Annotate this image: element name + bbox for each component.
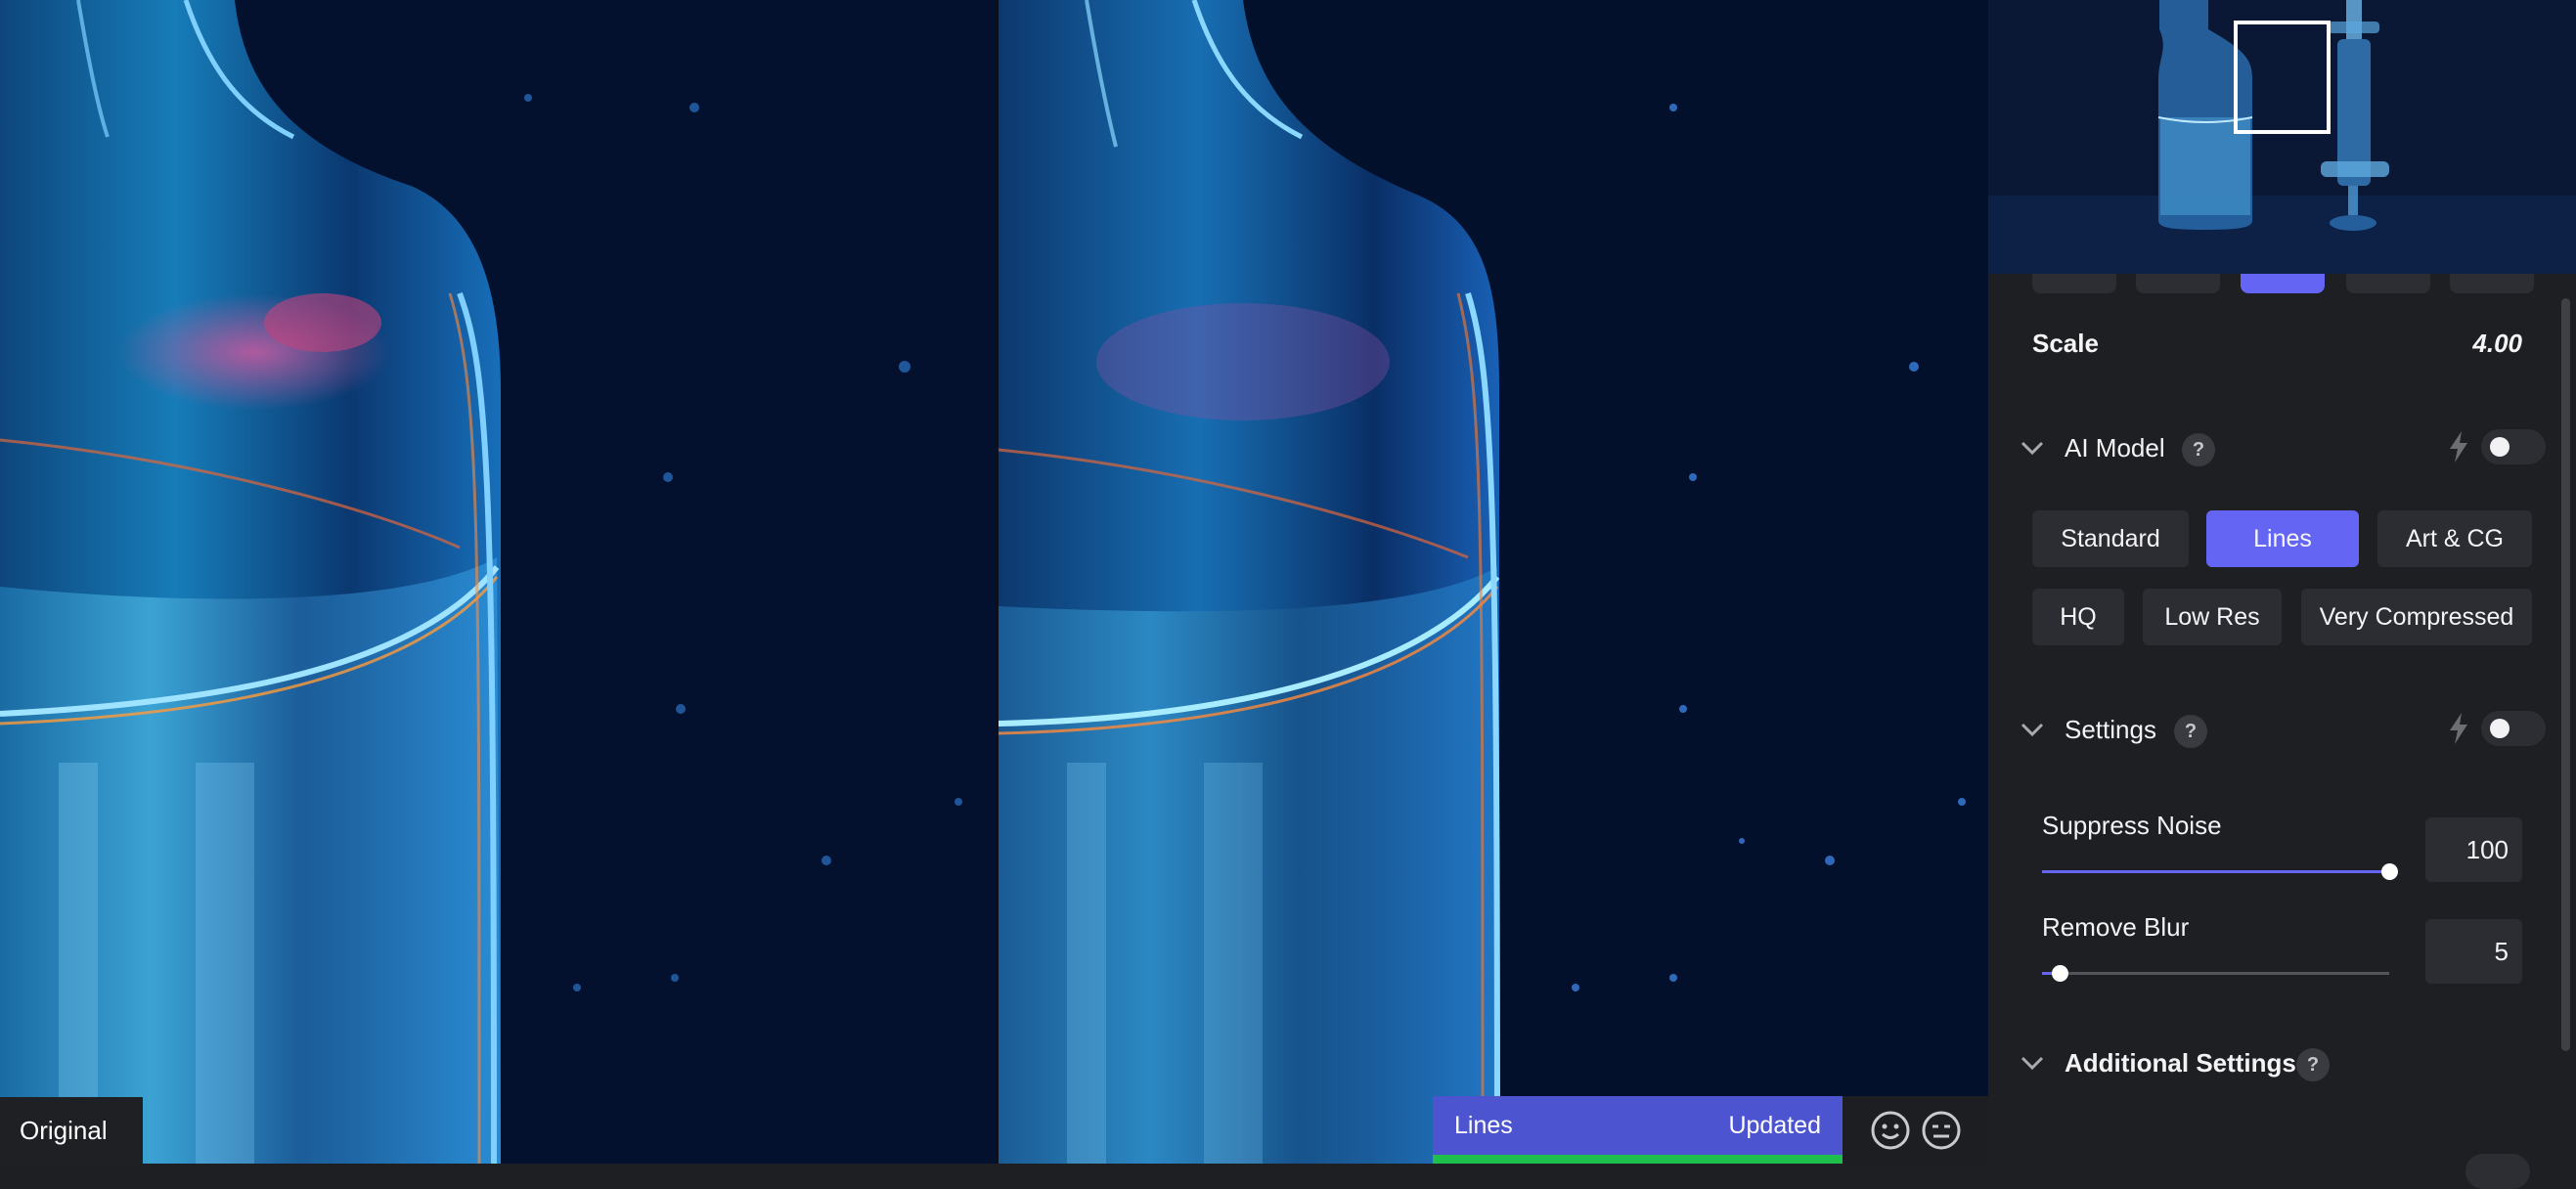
chevron-down-icon[interactable] xyxy=(2018,1048,2047,1078)
remove-blur-label: Remove Blur xyxy=(2042,912,2190,942)
bolt-icon xyxy=(2450,713,2467,744)
navigator-thumbnail[interactable] xyxy=(1988,0,2576,274)
model-art-cg-button[interactable]: Art & CG xyxy=(2377,510,2532,567)
thumbnail-image xyxy=(1988,0,2576,274)
bolt-icon xyxy=(2450,431,2467,462)
suppress-noise-input[interactable]: 100 xyxy=(2425,817,2522,882)
original-preview[interactable]: Original xyxy=(0,0,996,1164)
help-icon[interactable]: ? xyxy=(2174,715,2207,748)
suppress-noise-label: Suppress Noise xyxy=(2042,811,2222,840)
model-low-res-button[interactable]: Low Res xyxy=(2143,589,2282,645)
status-model-name: Lines xyxy=(1454,1112,1513,1139)
scale-option-1[interactable] xyxy=(2032,274,2116,293)
original-label: Original xyxy=(0,1097,143,1164)
model-standard-button[interactable]: Standard xyxy=(2032,510,2189,567)
progress-bar xyxy=(1433,1155,1843,1164)
scale-value: 4.00 xyxy=(2472,329,2522,358)
neutral-face-icon[interactable] xyxy=(1921,1110,1962,1151)
model-lines-button[interactable]: Lines xyxy=(2206,510,2359,567)
chevron-down-icon[interactable] xyxy=(2018,715,2047,744)
settings-panel xyxy=(1988,0,2576,1164)
scale-option-6[interactable] xyxy=(2346,274,2430,293)
scale-label: Scale xyxy=(2032,329,2099,358)
remove-blur-slider[interactable] xyxy=(2042,965,2389,982)
processed-preview[interactable] xyxy=(999,0,1988,1164)
additional-toggle[interactable] xyxy=(2465,1154,2530,1189)
additional-settings-title: Additional Settings xyxy=(2065,1048,2296,1078)
suppress-noise-slider[interactable] xyxy=(2042,863,2398,880)
model-hq-button[interactable]: HQ xyxy=(2032,589,2124,645)
ai-model-header[interactable]: AI Model ? xyxy=(2018,425,2546,470)
help-icon[interactable]: ? xyxy=(2182,433,2215,466)
scale-option-4[interactable] xyxy=(2241,274,2325,293)
model-very-compressed-button[interactable]: Very Compressed xyxy=(2301,589,2532,645)
scale-option-2[interactable] xyxy=(2136,274,2220,293)
processed-image xyxy=(999,0,1988,1164)
slider-fill xyxy=(2042,870,2389,873)
settings-header[interactable]: Settings ? xyxy=(2018,707,2546,752)
smiley-icon[interactable] xyxy=(1870,1110,1911,1151)
help-icon[interactable]: ? xyxy=(2296,1048,2330,1081)
ai-model-auto-toggle[interactable] xyxy=(2481,429,2546,464)
additional-settings-header[interactable]: Additional Settings ? xyxy=(2018,1040,2546,1085)
ai-model-title: AI Model xyxy=(2065,433,2165,462)
chevron-down-icon[interactable] xyxy=(2018,433,2047,462)
feedback-buttons xyxy=(1843,1096,1988,1164)
slider-handle[interactable] xyxy=(2051,965,2068,982)
status-state: Updated xyxy=(1728,1112,1821,1139)
settings-auto-toggle[interactable] xyxy=(2481,711,2546,746)
scale-options[interactable] xyxy=(1988,274,2576,295)
original-image xyxy=(0,0,996,1164)
slider-handle[interactable] xyxy=(2381,863,2398,880)
panel-scrollbar[interactable] xyxy=(2561,298,2570,1051)
scale-option-custom[interactable] xyxy=(2450,274,2534,293)
processing-status-bar: Lines Updated xyxy=(1433,1096,1843,1164)
remove-blur-input[interactable]: 5 xyxy=(2425,919,2522,984)
settings-title: Settings xyxy=(2065,715,2156,744)
